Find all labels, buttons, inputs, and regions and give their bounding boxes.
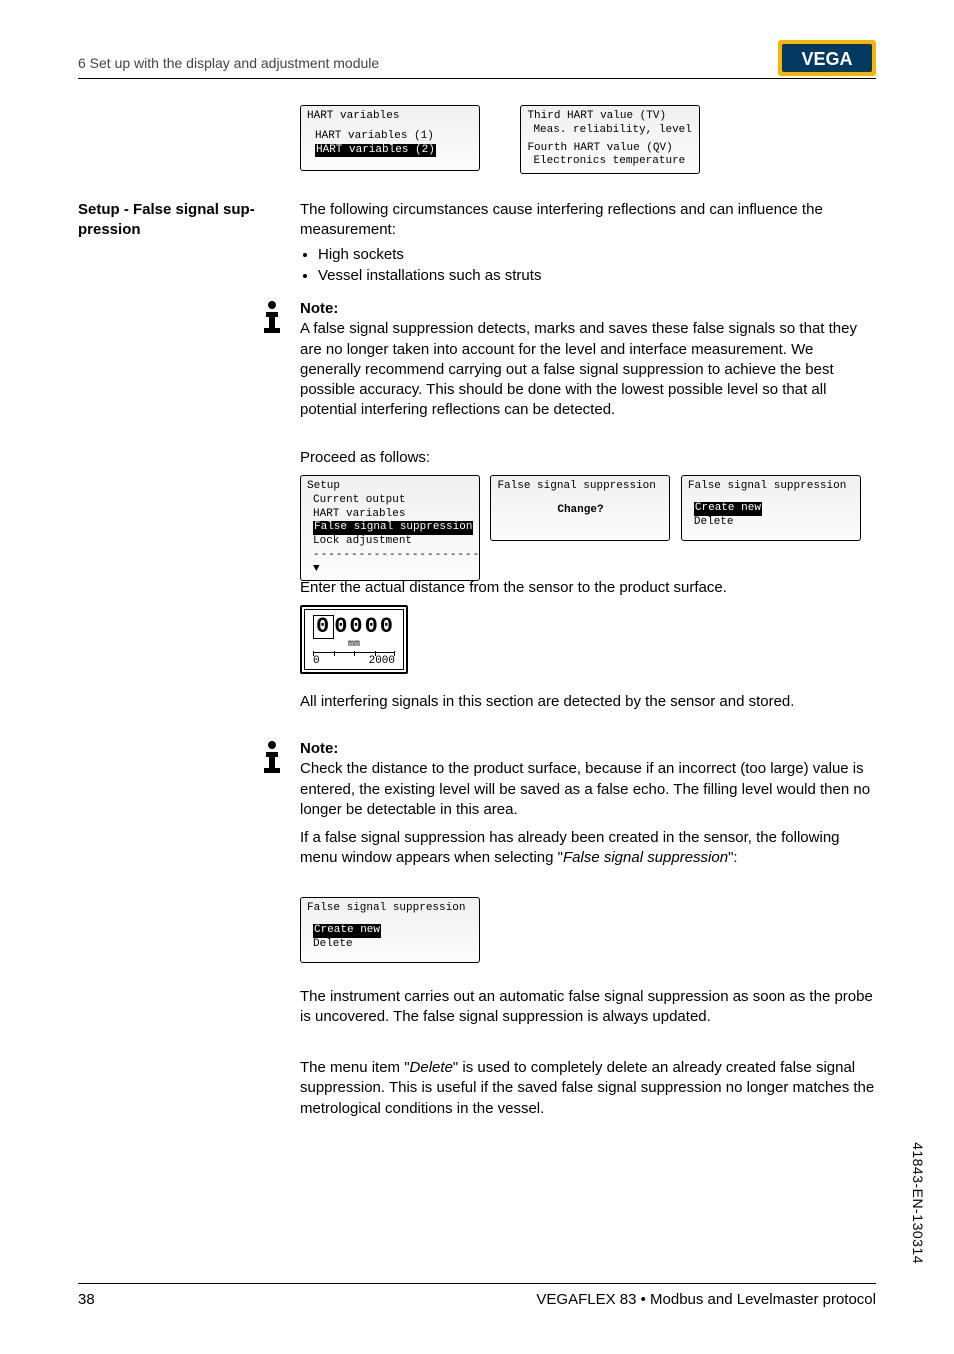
scale-min: 0 (313, 655, 320, 667)
doc-code: 41843-EN-130314 (910, 1142, 926, 1264)
note-label: Note: (300, 740, 338, 757)
lcd-row: HART variables (2) (307, 144, 473, 158)
side-heading: Setup - False signal sup- pression (78, 200, 278, 239)
lcd-row: Create new (307, 924, 473, 938)
svg-text:VEGA: VEGA (801, 49, 852, 69)
lcd-row: Delete (307, 938, 473, 952)
lcd-change-text: Change? (497, 504, 663, 518)
lcd-create-delete: False signal suppression Create new Dele… (681, 475, 861, 541)
body-text: ": (728, 849, 738, 866)
down-arrow-icon: ▼ (307, 563, 473, 577)
info-icon (260, 740, 290, 774)
lcd-highlight: Create new (313, 924, 381, 938)
note-label: Note: (300, 300, 338, 317)
footer-rule (78, 1283, 876, 1284)
page-number: 38 (78, 1291, 95, 1308)
digit-rest: 0000 (334, 614, 395, 639)
body-text: The menu item " (300, 1059, 410, 1076)
lcd-hart-variables: HART variables HART variables (1) HART v… (300, 105, 480, 171)
lcd-change-prompt: False signal suppression Change? (490, 475, 670, 541)
lcd-hart-values: Third HART value (TV) Meas. reliability,… (520, 105, 700, 174)
intro-text: The following circumstances cause interf… (300, 200, 876, 241)
lcd-row: HART variables (307, 508, 473, 522)
note-text: A false signal suppression detects, mark… (300, 320, 857, 418)
lcd-highlight: False signal suppression (313, 521, 473, 535)
lcd-row: HART variables (1) (307, 130, 473, 144)
digit-unit: mm (313, 639, 395, 650)
enter-distance-line: Enter the actual distance from the senso… (300, 578, 876, 598)
lcd-distance-input: 00000 mm 0 2000 (300, 605, 408, 674)
lcd-row: Current output (307, 494, 473, 508)
lcd-title: Setup (307, 480, 473, 494)
lcd-row: Fourth HART value (QV) (527, 142, 693, 156)
bullet-item: High sockets (318, 245, 876, 265)
lcd-title: False signal suppression (307, 902, 473, 916)
running-header: 6 Set up with the display and adjustment… (78, 55, 379, 71)
footer-product: VEGAFLEX 83 • Modbus and Levelmaster pro… (536, 1291, 876, 1308)
vega-logo: VEGA (778, 40, 876, 76)
lcd-row: Third HART value (TV) (527, 110, 693, 124)
info-icon (260, 300, 290, 334)
lcd-title: HART variables (307, 110, 473, 124)
note1-block: Note: A false signal suppression detects… (300, 299, 876, 421)
page-root: 6 Set up with the display and adjustment… (0, 0, 954, 1354)
lcd-row: Lock adjustment (307, 535, 473, 549)
lcd-row: Create new (688, 502, 854, 516)
side-heading-line2: pression (78, 221, 141, 238)
lcd-group-middle: Setup Current output HART variables Fals… (300, 475, 867, 581)
italic-term: Delete (410, 1059, 453, 1076)
lcd-group-top: HART variables HART variables (1) HART v… (300, 105, 706, 174)
lcd-row: False signal suppression (307, 521, 473, 535)
already-created-para: If a false signal suppression has alread… (300, 828, 876, 869)
side-heading-line1: Setup - False signal sup- (78, 201, 255, 218)
lcd-highlight: HART variables (2) (315, 144, 436, 158)
lcd-create-delete-2: False signal suppression Create new Dele… (300, 897, 480, 963)
intro-bullets: High sockets Vessel installations such a… (300, 245, 876, 287)
lcd-title: False signal suppression (688, 480, 854, 494)
header-rule (78, 78, 876, 79)
lcd-setup-menu: Setup Current output HART variables Fals… (300, 475, 480, 581)
italic-term: False signal suppression (563, 849, 728, 866)
intro-block: The following circumstances cause interf… (300, 200, 876, 287)
lcd-row: Electronics temperature (527, 155, 693, 169)
scale-max: 2000 (369, 655, 395, 667)
tail-para-2: The menu item "Delete" is used to comple… (300, 1058, 876, 1119)
digit-cursor: 0 (313, 615, 334, 639)
note-text: Check the distance to the product surfac… (300, 760, 870, 818)
bullet-item: Vessel installations such as struts (318, 266, 876, 286)
lcd-row: Delete (688, 516, 854, 530)
lcd-group-bottom: False signal suppression Create new Dele… (300, 897, 486, 963)
note2-block: Note: Check the distance to the product … (300, 739, 876, 820)
lcd-title: False signal suppression (497, 480, 663, 494)
proceed-line: Proceed as follows: (300, 448, 876, 468)
tail-para-1: The instrument carries out an automatic … (300, 987, 876, 1028)
lcd-dashes: ---------------------- (307, 549, 473, 563)
lcd-highlight: Create new (694, 502, 762, 516)
lcd-row: Meas. reliability, level (527, 124, 693, 138)
stored-line: All interfering signals in this section … (300, 692, 876, 712)
